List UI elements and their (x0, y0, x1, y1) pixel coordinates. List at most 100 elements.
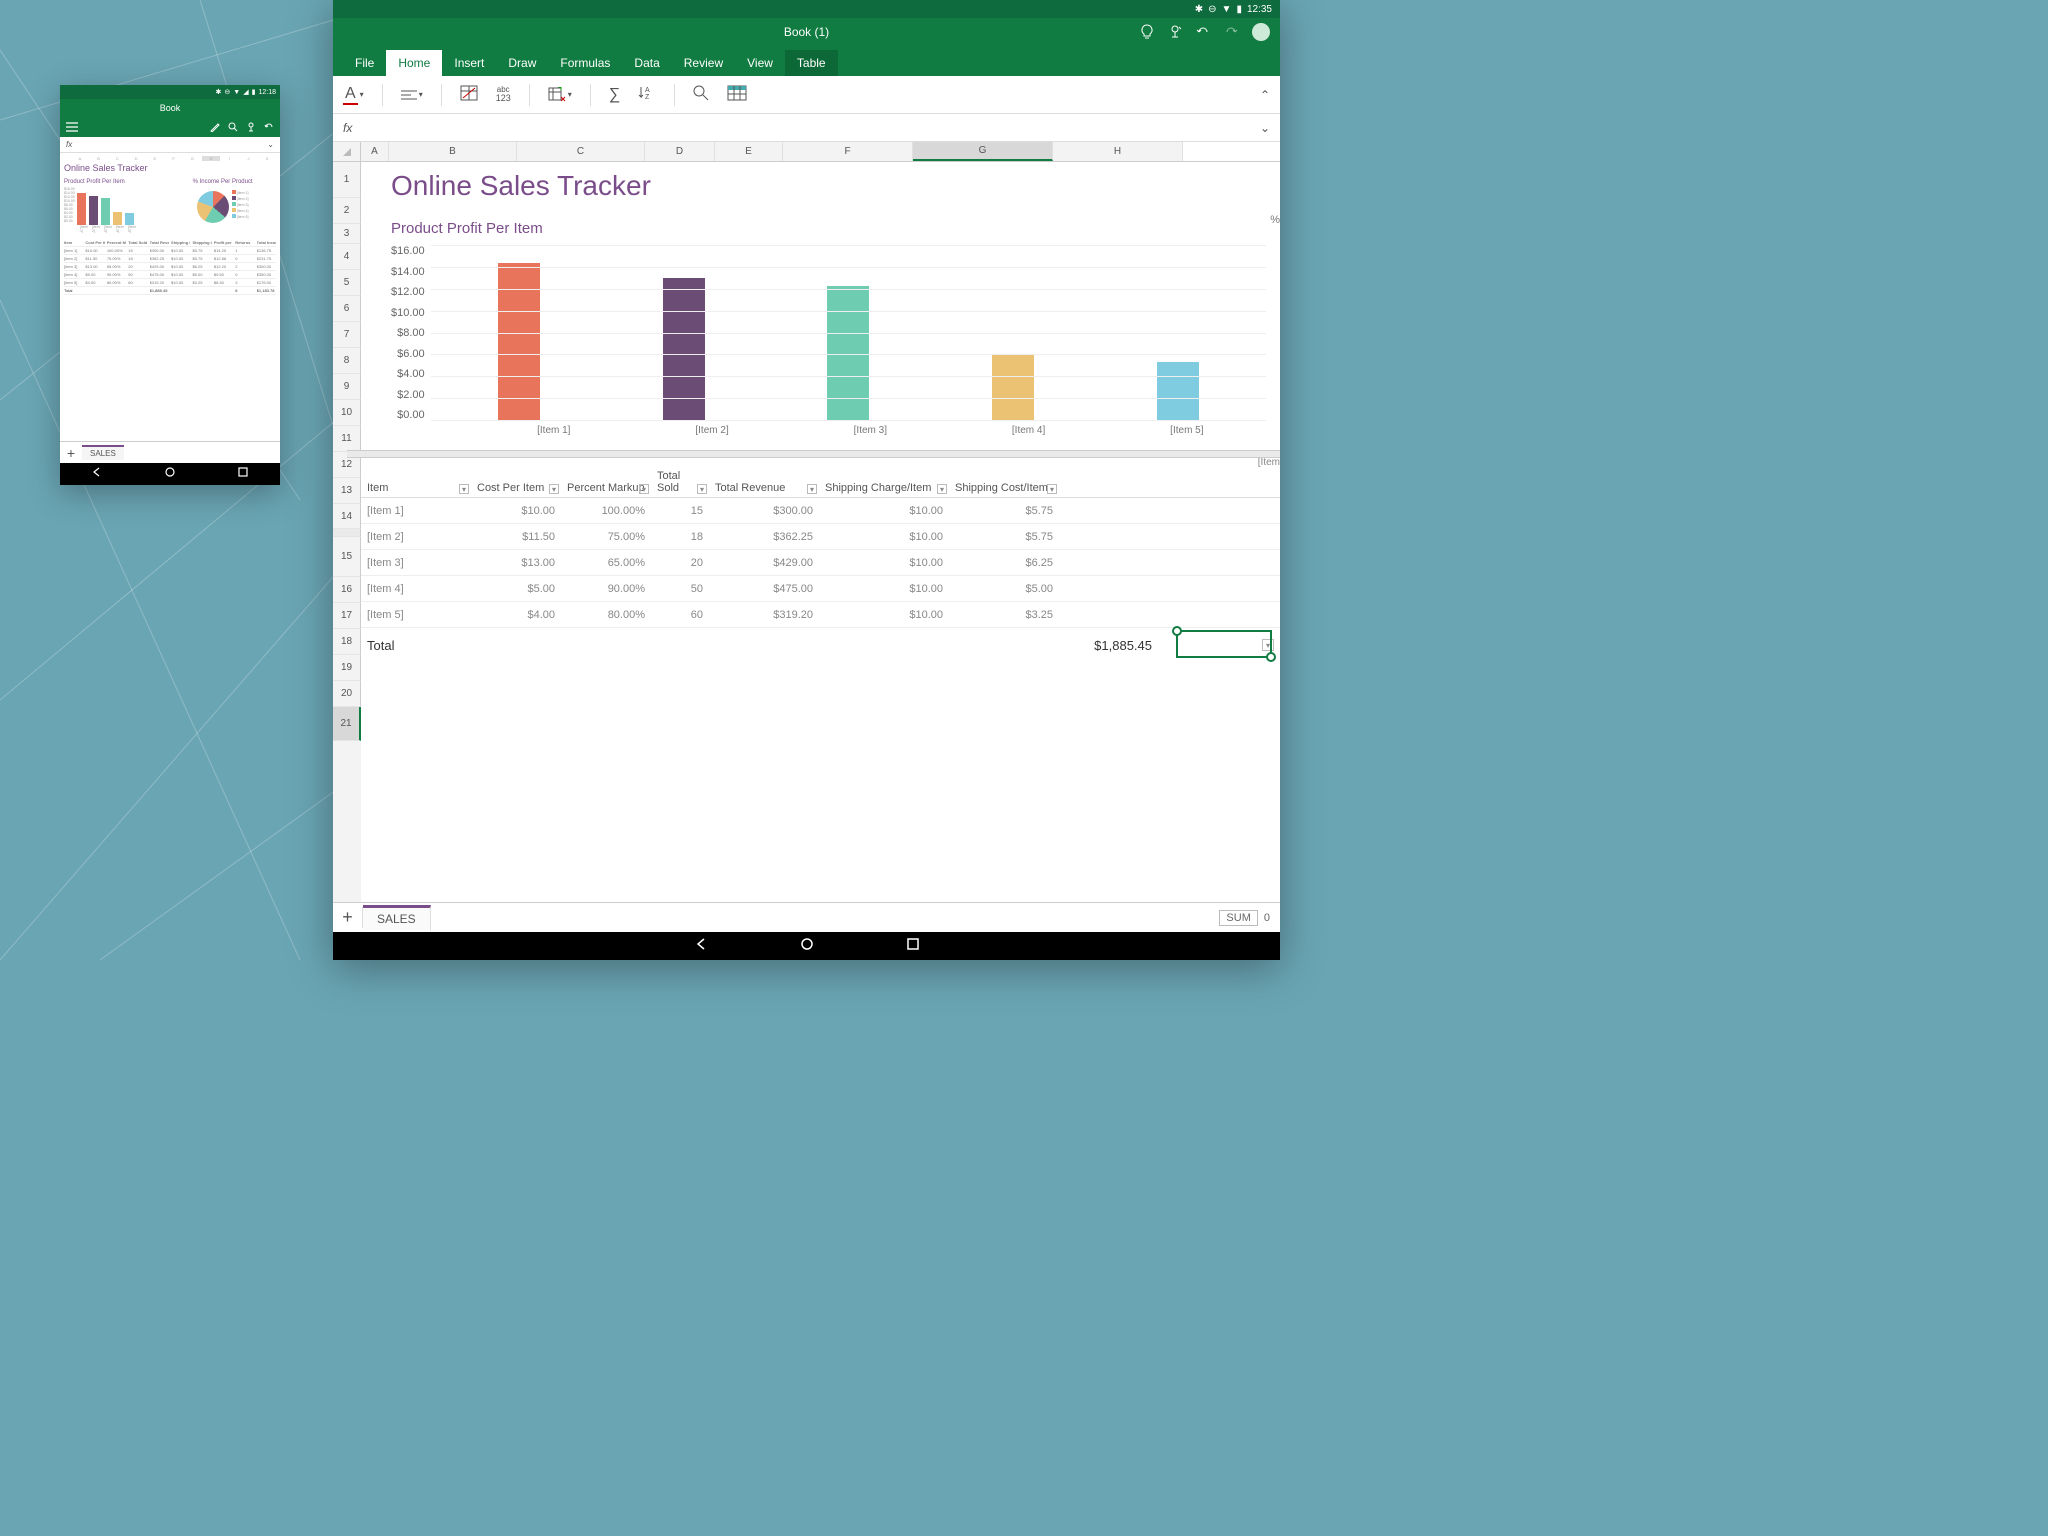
redo-icon[interactable] (1224, 25, 1238, 39)
sheet-area[interactable]: ABCDEFGHIJK Online Sales Tracker Product… (60, 153, 280, 441)
table-cell[interactable]: $10.00 (819, 609, 949, 621)
sort-filter-button[interactable]: AZ (638, 85, 656, 104)
row-header-13[interactable]: 13 (333, 478, 361, 504)
table-cell[interactable]: $5.75 (949, 505, 1059, 517)
table-header[interactable]: Total Revenue▾ (709, 479, 819, 497)
ribbon-tab-file[interactable]: File (343, 50, 386, 76)
table-row[interactable]: [Item 5]$4.0080.00%60$319.20$10.00$3.25 (361, 602, 1280, 628)
row-header-4[interactable]: 4 (333, 244, 361, 270)
table-header[interactable]: Item▾ (361, 479, 471, 497)
align-button[interactable]: ▾ (401, 89, 423, 101)
table-cell[interactable]: $362.25 (709, 531, 819, 543)
table-cell[interactable]: $13.00 (471, 557, 561, 569)
table-cell[interactable]: $6.25 (949, 557, 1059, 569)
col-header-F[interactable]: F (783, 142, 913, 161)
grid[interactable]: 123456789101112131415161718192021 Online… (333, 162, 1280, 902)
table-row[interactable]: [Item 3]$13.0065.00%20$429.00$10.00$6.25 (361, 550, 1280, 576)
insert-delete-button[interactable]: ▾ (548, 87, 572, 103)
table-cell[interactable]: $10.00 (819, 505, 949, 517)
ribbon-tab-data[interactable]: Data (622, 50, 671, 76)
table-cell[interactable]: 60 (651, 609, 709, 621)
row-header-6[interactable]: 6 (333, 296, 361, 322)
row-header-16[interactable]: 16 (333, 577, 361, 603)
table-cell[interactable]: [Item 5] (361, 609, 471, 621)
table-cell[interactable]: 50 (651, 583, 709, 595)
col-header-C[interactable]: C (517, 142, 645, 161)
row-headers[interactable]: 123456789101112131415161718192021 (333, 162, 361, 902)
sheet-content[interactable]: Online Sales Tracker Product Profit Per … (361, 162, 1280, 902)
avatar[interactable] (1252, 23, 1270, 41)
table-cell[interactable]: $10.00 (819, 557, 949, 569)
draw-icon[interactable] (210, 122, 220, 132)
table-cell[interactable]: 100.00% (561, 505, 651, 517)
filter-dropdown[interactable]: ▾ (1047, 484, 1057, 494)
table-cell[interactable]: $5.75 (949, 531, 1059, 543)
find-button[interactable] (693, 85, 709, 104)
col-header-G[interactable]: G (913, 142, 1053, 161)
table-header[interactable]: Cost Per Item▾ (471, 479, 561, 497)
row-header-5[interactable]: 5 (333, 270, 361, 296)
table-cell[interactable]: [Item 1] (361, 505, 471, 517)
freeze-pane-divider[interactable] (347, 450, 1280, 458)
row-header-3[interactable]: 3 (333, 224, 361, 244)
search-icon[interactable] (228, 122, 238, 132)
ribbon-tab-table[interactable]: Table (785, 50, 838, 76)
table-cell[interactable]: 15 (651, 505, 709, 517)
table-cell[interactable]: $11.50 (471, 531, 561, 543)
back-icon[interactable] (693, 936, 709, 957)
total-dropdown[interactable]: ▾ (1262, 639, 1274, 651)
row-header-17[interactable]: 17 (333, 603, 361, 629)
home-icon[interactable] (164, 465, 176, 483)
row-header-14[interactable]: 14 (333, 504, 361, 529)
table-cell[interactable]: 90.00% (561, 583, 651, 595)
formula-bar[interactable]: fx ⌄ (333, 114, 1280, 142)
table-cell[interactable]: $10.00 (819, 583, 949, 595)
home-icon[interactable] (799, 936, 815, 957)
menu-icon[interactable] (66, 122, 78, 132)
table-cell[interactable]: $5.00 (471, 583, 561, 595)
table-cell[interactable]: 65.00% (561, 557, 651, 569)
cell-styles-button[interactable] (460, 85, 478, 104)
filter-dropdown[interactable]: ▾ (549, 484, 559, 494)
row-header-15[interactable]: 15 (333, 537, 361, 577)
table-cell[interactable]: $319.20 (709, 609, 819, 621)
row-header-11[interactable]: 11 (333, 426, 361, 452)
select-all-corner[interactable] (333, 142, 361, 161)
collapse-ribbon-icon[interactable]: ⌃ (1260, 88, 1270, 102)
table-header[interactable]: Shipping Cost/Item▾ (949, 479, 1059, 497)
undo-icon[interactable] (264, 122, 274, 132)
table-row[interactable]: [Item 2]$11.5075.00%18$362.25$10.00$5.75 (361, 524, 1280, 550)
col-header-A[interactable]: A (361, 142, 389, 161)
data-table[interactable]: Item▾Cost Per Item▾Percent Markup▾ Total … (361, 458, 1280, 662)
table-cell[interactable]: $5.00 (949, 583, 1059, 595)
filter-dropdown[interactable]: ▾ (807, 484, 817, 494)
row-header-19[interactable]: 19 (333, 655, 361, 681)
table-cell[interactable]: $475.00 (709, 583, 819, 595)
row-header-10[interactable]: 10 (333, 400, 361, 426)
format-table-button[interactable] (727, 85, 747, 104)
ribbon-tab-review[interactable]: Review (672, 50, 735, 76)
table-cell[interactable]: [Item 3] (361, 557, 471, 569)
table-cell[interactable]: $10.00 (471, 505, 561, 517)
ribbon-tab-view[interactable]: View (735, 50, 785, 76)
table-header[interactable]: Percent Markup▾ (561, 479, 651, 497)
expand-icon[interactable]: ⌄ (1260, 121, 1270, 135)
expand-icon[interactable]: ⌄ (267, 140, 274, 149)
table-cell[interactable]: $10.00 (819, 531, 949, 543)
table-cell[interactable]: $4.00 (471, 609, 561, 621)
autosum-button[interactable]: ∑ (609, 86, 620, 104)
table-cell[interactable]: 75.00% (561, 531, 651, 543)
recents-icon[interactable] (237, 465, 249, 483)
lightbulb-icon[interactable] (1140, 24, 1154, 40)
filter-dropdown[interactable]: ▾ (697, 484, 707, 494)
add-sheet-button[interactable]: + (333, 907, 363, 928)
number-format-button[interactable]: abc123 (496, 86, 511, 103)
row-header-2[interactable]: 2 (333, 198, 361, 224)
sheet-tab-sales[interactable]: SALES (82, 445, 124, 460)
col-header-H[interactable]: H (1053, 142, 1183, 161)
ribbon-tab-formulas[interactable]: Formulas (548, 50, 622, 76)
table-cell[interactable]: 20 (651, 557, 709, 569)
undo-icon[interactable] (1196, 25, 1210, 39)
col-header-B[interactable]: B (389, 142, 517, 161)
status-agg-label[interactable]: SUM (1219, 910, 1257, 926)
